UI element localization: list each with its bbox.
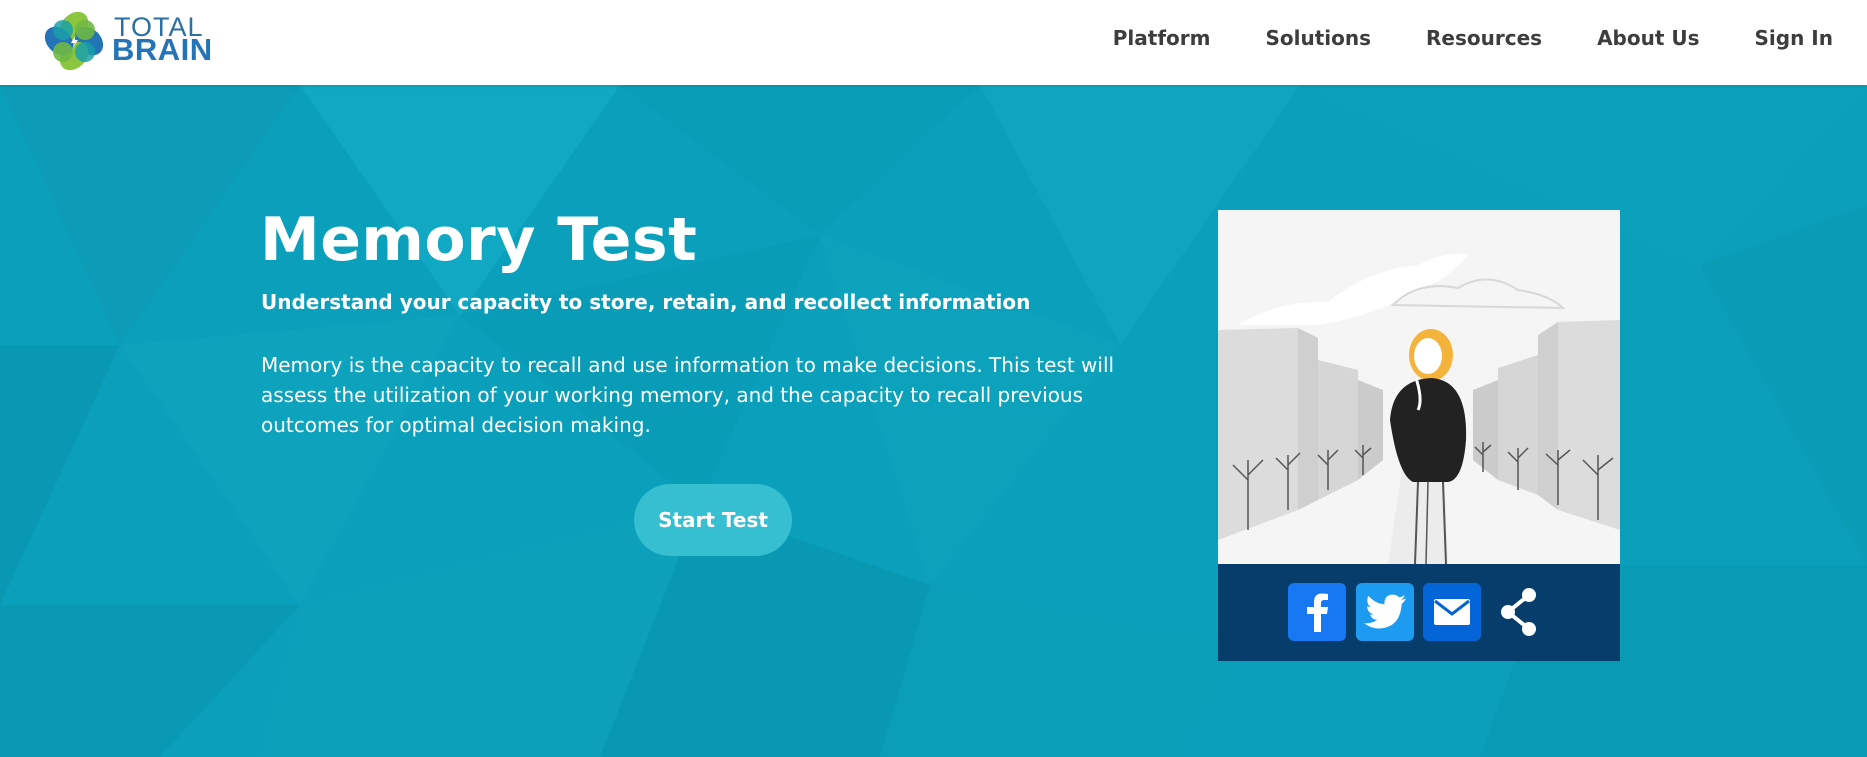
generic-share-button[interactable] <box>1490 583 1548 641</box>
email-share-button[interactable] <box>1423 583 1481 641</box>
hero-section: Memory Test Understand your capacity to … <box>0 85 1867 757</box>
nav-solutions[interactable]: Solutions <box>1265 26 1371 50</box>
share-icon <box>1501 588 1536 636</box>
top-navigation: TOTAL BRAIN Platform Solutions Resources… <box>0 0 1867 85</box>
logo-text-brain: BRAIN <box>112 32 213 67</box>
nav-about-us[interactable]: About Us <box>1597 26 1699 50</box>
thinking-person-illustration <box>1218 210 1620 564</box>
start-test-button[interactable]: Start Test <box>634 484 792 556</box>
share-bar <box>1218 564 1620 661</box>
twitter-share-button[interactable] <box>1356 583 1414 641</box>
illustration-graphic <box>1218 210 1620 564</box>
share-card <box>1218 210 1620 661</box>
nav-resources[interactable]: Resources <box>1426 26 1542 50</box>
twitter-icon <box>1364 594 1406 629</box>
nav-platform[interactable]: Platform <box>1113 26 1211 50</box>
page-subtitle: Understand your capacity to store, retai… <box>261 290 1031 314</box>
page-title: Memory Test <box>260 205 698 275</box>
facebook-icon <box>1307 593 1328 632</box>
logo[interactable]: TOTAL BRAIN <box>0 0 240 85</box>
facebook-share-button[interactable] <box>1288 583 1346 641</box>
main-menu: Platform Solutions Resources About Us Si… <box>1113 26 1833 50</box>
nav-sign-in[interactable]: Sign In <box>1755 26 1833 50</box>
email-icon <box>1434 599 1470 625</box>
test-description: Memory is the capacity to recall and use… <box>261 353 1115 437</box>
